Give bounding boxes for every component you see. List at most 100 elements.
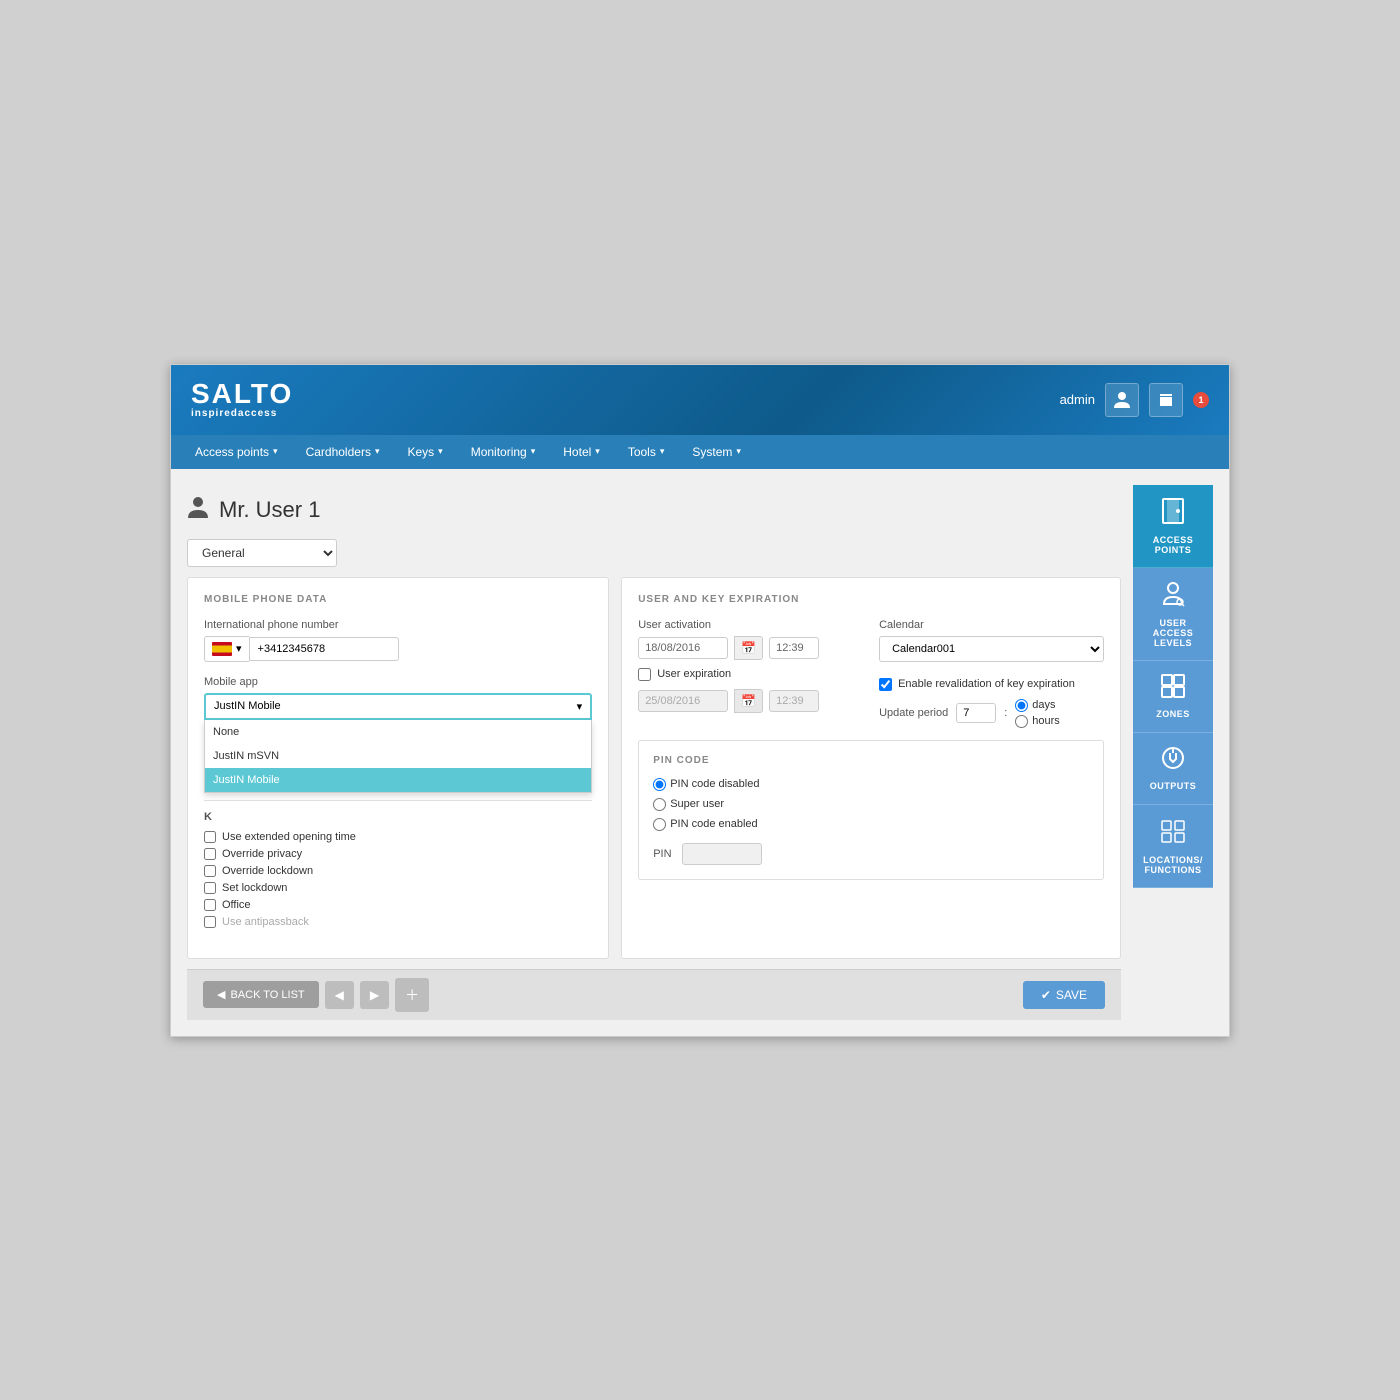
expiration-calendar-btn[interactable]: 📅 (734, 689, 763, 713)
activation-date-row: 📅 (638, 636, 863, 660)
expiration-date-row: 📅 (638, 689, 863, 713)
pin-disabled-radio[interactable] (653, 778, 666, 791)
super-user-radio[interactable] (653, 798, 666, 811)
keys-label: K (204, 811, 592, 823)
nav-hotel[interactable]: Hotel ▾ (549, 435, 614, 469)
checkbox-extended-opening: Use extended opening time (204, 831, 592, 843)
override-lockdown-checkbox[interactable] (204, 865, 216, 877)
admin-label: admin (1060, 392, 1095, 407)
door-icon (1160, 497, 1186, 529)
mobile-phone-section-title: MOBILE PHONE DATA (204, 594, 592, 605)
super-user-row: Super user (653, 798, 1089, 811)
pin-input[interactable] (682, 843, 762, 865)
next-button[interactable]: ▶ (360, 981, 389, 1009)
calendar-select[interactable]: Calendar001 Calendar002 None (879, 636, 1104, 662)
prev-button[interactable]: ◀ (325, 981, 354, 1009)
expiration-time-input[interactable] (769, 690, 819, 712)
footer-right: ✔ SAVE (1023, 981, 1105, 1009)
checkbox-override-lockdown: Override lockdown (204, 865, 592, 877)
outputs-label: OUTPUTS (1150, 781, 1197, 791)
checkbox-label: Override lockdown (222, 865, 313, 877)
page-header: Mr. User 1 (187, 485, 1121, 539)
locations-icon (1160, 817, 1186, 849)
expiration-date-input[interactable] (638, 690, 728, 712)
checkbox-label: Use extended opening time (222, 831, 356, 843)
enable-revalidation-row: Enable revalidation of key expiration (879, 678, 1104, 691)
chevron-down-icon: ▾ (375, 446, 380, 457)
panels-container: MOBILE PHONE DATA International phone nu… (187, 577, 1121, 959)
user-expiration-checkbox[interactable] (638, 668, 651, 681)
zones-icon (1160, 673, 1186, 703)
user-expiration-check-row: User expiration (638, 668, 863, 681)
office-checkbox[interactable] (204, 899, 216, 911)
activation-time-input[interactable] (769, 637, 819, 659)
checkbox-label: Use antipassback (222, 916, 309, 928)
hours-radio[interactable] (1015, 715, 1028, 728)
notification-dot[interactable]: 1 (1193, 392, 1209, 408)
nav-keys[interactable]: Keys ▾ (393, 435, 456, 469)
days-radio[interactable] (1015, 699, 1028, 712)
period-value-input[interactable] (956, 703, 996, 723)
enable-revalidation-checkbox[interactable] (879, 678, 892, 691)
save-button[interactable]: ✔ SAVE (1023, 981, 1105, 1009)
pin-radio-group: PIN code disabled Super user PIN code en… (653, 778, 1089, 831)
user-key-expiration-section: USER AND KEY EXPIRATION User activation … (638, 594, 1104, 728)
checkbox-antipassback: Use antipassback (204, 916, 592, 928)
enable-revalidation-label: Enable revalidation of key expiration (898, 678, 1075, 690)
main-content: Mr. User 1 General Cardholder details Ac… (171, 469, 1229, 1036)
checkbox-set-lockdown: Set lockdown (204, 882, 592, 894)
mobile-app-group: Mobile app JustIN Mobile ▾ None JustIN m… (204, 676, 592, 720)
checkmark-icon: ✔ (1041, 988, 1051, 1002)
keys-section: K Use extended opening time Override pri… (204, 811, 592, 928)
zones-label: ZONES (1156, 709, 1190, 719)
sidebar-outputs-btn[interactable]: OUTPUTS (1133, 733, 1213, 805)
nav-access-points[interactable]: Access points ▾ (181, 435, 292, 469)
mobile-app-select[interactable]: JustIN Mobile ▾ (204, 693, 592, 720)
content-area: Mr. User 1 General Cardholder details Ac… (187, 485, 1121, 1020)
checkbox-office: Office (204, 899, 592, 911)
nav-cardholders[interactable]: Cardholders ▾ (292, 435, 394, 469)
nav-system[interactable]: System ▾ (678, 435, 755, 469)
antipassback-checkbox[interactable] (204, 916, 216, 928)
override-privacy-checkbox[interactable] (204, 848, 216, 860)
nav-monitoring[interactable]: Monitoring ▾ (457, 435, 550, 469)
expiration-two-col: User activation 📅 User expiration (638, 619, 1104, 728)
activation-calendar-btn[interactable]: 📅 (734, 636, 763, 660)
nav-bar: Access points ▾ Cardholders ▾ Keys ▾ Mon… (171, 435, 1229, 469)
download-button[interactable] (1149, 383, 1183, 417)
set-lockdown-checkbox[interactable] (204, 882, 216, 894)
chevron-down-icon: ▾ (736, 446, 741, 457)
chevron-down-icon: ▾ (531, 446, 536, 457)
header-right: admin 1 (1060, 383, 1209, 417)
logo-subtitle: inspiredaccess (191, 408, 293, 419)
hours-radio-row: hours (1015, 715, 1060, 728)
flag-selector[interactable]: ▾ (204, 636, 249, 662)
sidebar-access-points-btn[interactable]: ACCESS POINTS (1133, 485, 1213, 568)
dropdown-option-justin-mobile[interactable]: JustIN Mobile (205, 768, 591, 792)
pin-enabled-label: PIN code enabled (670, 818, 757, 830)
sidebar-user-access-levels-btn[interactable]: USER ACCESS LEVELS (1133, 568, 1213, 661)
pin-label: PIN (653, 848, 671, 860)
locations-functions-label: LOCATIONS/ FUNCTIONS (1139, 855, 1207, 875)
header: SALTO inspiredaccess admin 1 (171, 365, 1229, 435)
sidebar-zones-btn[interactable]: ZONES (1133, 661, 1213, 733)
checkbox-label: Office (222, 899, 251, 911)
user-key-title: USER AND KEY EXPIRATION (638, 594, 1104, 605)
nav-tools[interactable]: Tools ▾ (614, 435, 679, 469)
back-to-list-button[interactable]: ◀ BACK TO LIST (203, 981, 319, 1008)
add-button[interactable]: ＋ (395, 978, 429, 1012)
pin-enabled-radio[interactable] (653, 818, 666, 831)
pin-code-section: PIN CODE PIN code disabled Super user (638, 740, 1104, 880)
phone-input[interactable] (249, 637, 399, 661)
user-profile-button[interactable] (1105, 383, 1139, 417)
outputs-icon (1160, 745, 1186, 775)
general-dropdown[interactable]: General Cardholder details Access rights (187, 539, 337, 567)
dropdown-option-none[interactable]: None (205, 720, 591, 744)
chevron-down-icon: ▾ (438, 446, 443, 457)
sidebar-locations-functions-btn[interactable]: LOCATIONS/ FUNCTIONS (1133, 805, 1213, 888)
extended-opening-checkbox[interactable] (204, 831, 216, 843)
mobile-app-label: Mobile app (204, 676, 592, 688)
dropdown-option-justin-msvn[interactable]: JustIN mSVN (205, 744, 591, 768)
activation-date-input[interactable] (638, 637, 728, 659)
calendar-label: Calendar (879, 619, 1104, 631)
